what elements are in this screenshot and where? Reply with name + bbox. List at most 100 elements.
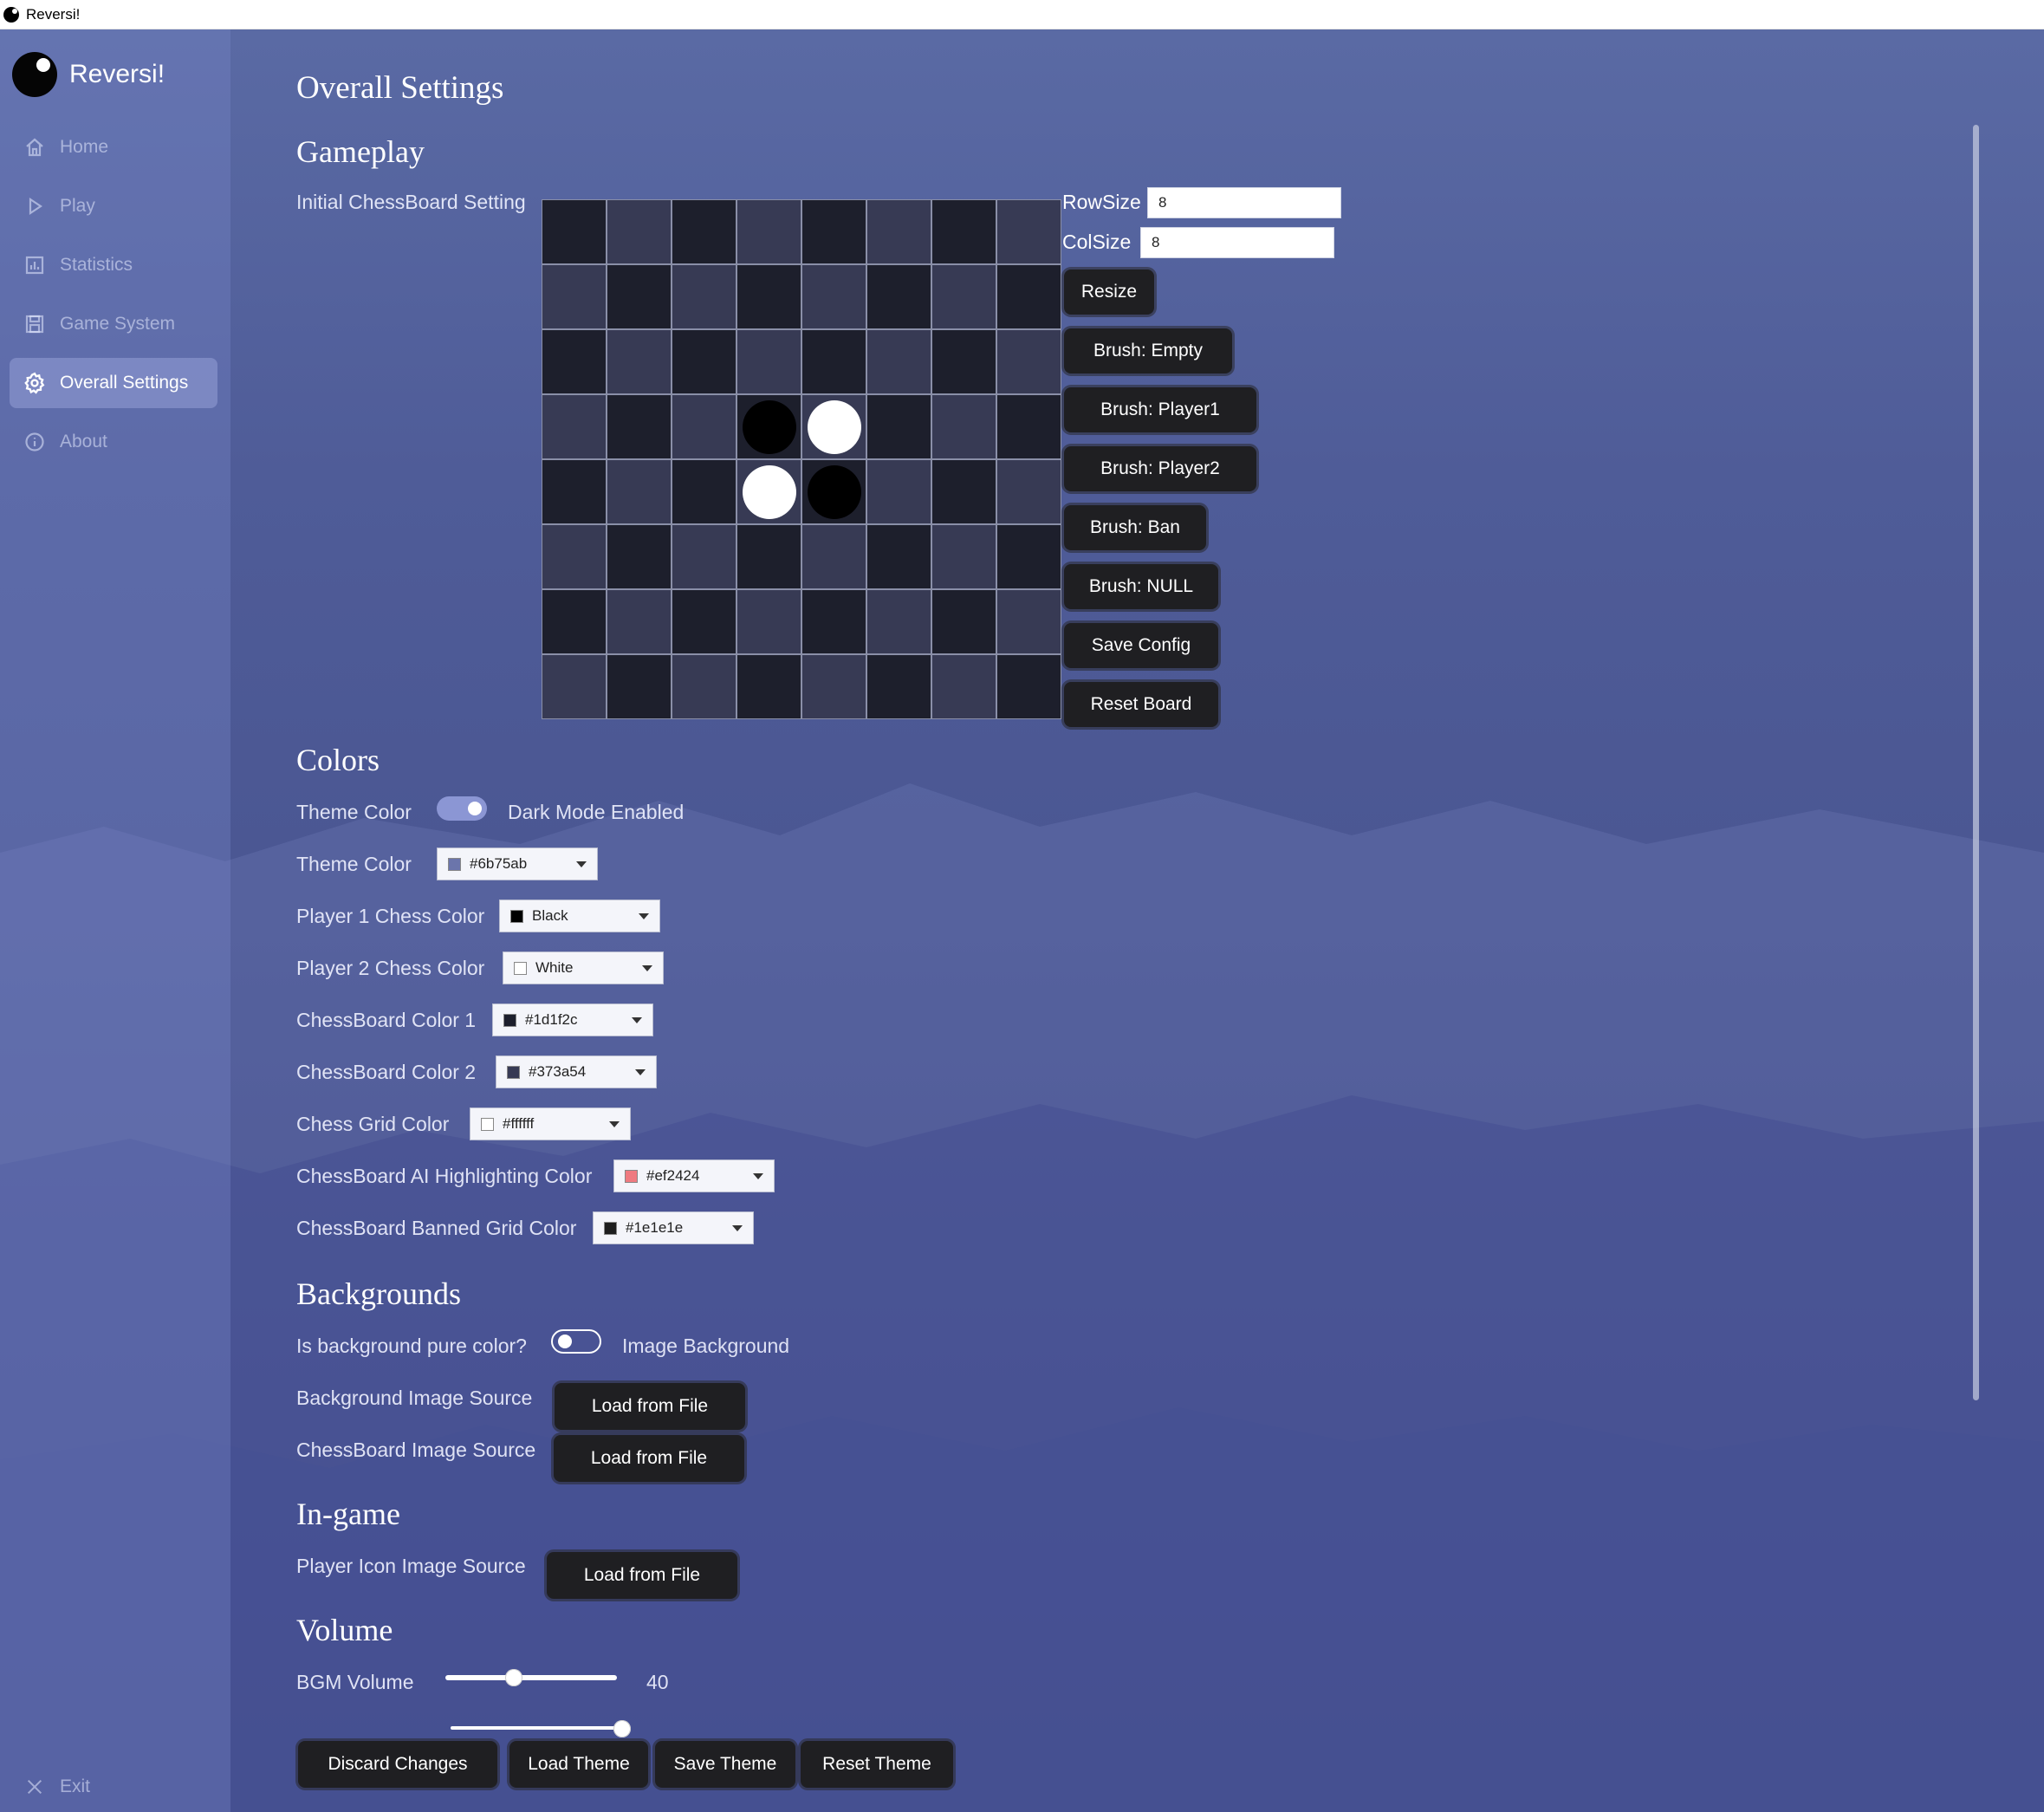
board-cell[interactable] — [997, 460, 1061, 523]
board-cell[interactable] — [672, 200, 736, 263]
board-cell[interactable] — [867, 525, 931, 588]
board-cell[interactable] — [607, 590, 671, 653]
discard-changes-button[interactable]: Discard Changes — [298, 1741, 497, 1788]
sidebar-item-overall-settings[interactable]: Overall Settings — [10, 358, 217, 408]
board-cell[interactable] — [542, 525, 606, 588]
board-cell[interactable] — [672, 590, 736, 653]
board-cell[interactable] — [802, 590, 866, 653]
board-cell[interactable] — [802, 655, 866, 718]
reset-theme-button[interactable]: Reset Theme — [801, 1741, 953, 1788]
board-cell[interactable] — [672, 525, 736, 588]
board-cell[interactable] — [607, 395, 671, 458]
board-cell[interactable] — [932, 655, 996, 718]
board-cell[interactable] — [737, 330, 801, 393]
board-cell[interactable] — [802, 265, 866, 328]
board-cell[interactable] — [997, 655, 1061, 718]
board-cell[interactable] — [867, 200, 931, 263]
board-cell[interactable] — [867, 395, 931, 458]
board-cell[interactable] — [607, 655, 671, 718]
board-cell[interactable] — [932, 525, 996, 588]
load-theme-button[interactable]: Load Theme — [509, 1741, 648, 1788]
board-cell[interactable] — [867, 330, 931, 393]
grid-color-picker[interactable]: #ffffff — [470, 1107, 631, 1140]
board-cell[interactable] — [542, 330, 606, 393]
effect-volume-slider[interactable] — [451, 1720, 631, 1737]
brush-player1-button[interactable]: Brush: Player1 — [1064, 387, 1256, 432]
board-cell[interactable] — [997, 330, 1061, 393]
dark-mode-toggle[interactable] — [437, 796, 487, 821]
board-cell[interactable] — [672, 265, 736, 328]
player2-color-picker[interactable]: White — [503, 951, 664, 984]
board-cell[interactable] — [997, 395, 1061, 458]
board-cell[interactable] — [932, 265, 996, 328]
board-cell[interactable] — [672, 655, 736, 718]
bgm-volume-slider[interactable] — [445, 1669, 617, 1686]
board-cell[interactable] — [672, 460, 736, 523]
board-cell[interactable] — [932, 590, 996, 653]
sidebar-item-play[interactable]: Play — [10, 181, 217, 231]
sidebar-item-home[interactable]: Home — [10, 122, 217, 172]
board-cell[interactable] — [867, 590, 931, 653]
board-cell[interactable] — [932, 460, 996, 523]
board-cell[interactable] — [672, 395, 736, 458]
board-cell[interactable] — [802, 460, 866, 523]
board-cell[interactable] — [607, 265, 671, 328]
board-cell[interactable] — [802, 525, 866, 588]
chessboard-editor[interactable] — [542, 199, 1061, 719]
brush-ban-button[interactable]: Brush: Ban — [1064, 505, 1206, 550]
vertical-scrollbar[interactable] — [1973, 125, 1979, 1400]
board-cell[interactable] — [997, 525, 1061, 588]
brush-null-button[interactable]: Brush: NULL — [1064, 564, 1218, 609]
sidebar-item-statistics[interactable]: Statistics — [10, 240, 217, 290]
board-cell[interactable] — [932, 200, 996, 263]
board-cell[interactable] — [867, 460, 931, 523]
save-theme-button[interactable]: Save Theme — [655, 1741, 795, 1788]
board-cell[interactable] — [737, 525, 801, 588]
board-cell[interactable] — [802, 395, 866, 458]
board-cell[interactable] — [932, 330, 996, 393]
sidebar-item-game-system[interactable]: Game System — [10, 299, 217, 349]
board-cell[interactable] — [867, 265, 931, 328]
board-cell[interactable] — [542, 655, 606, 718]
resize-button[interactable]: Resize — [1064, 270, 1154, 315]
board-cell[interactable] — [997, 590, 1061, 653]
board-color2-picker[interactable]: #373a54 — [496, 1055, 657, 1088]
slider-thumb[interactable] — [505, 1669, 523, 1686]
board-cell[interactable] — [737, 655, 801, 718]
board-cell[interactable] — [542, 200, 606, 263]
board-cell[interactable] — [737, 460, 801, 523]
board-cell[interactable] — [737, 200, 801, 263]
board-cell[interactable] — [542, 590, 606, 653]
col-size-input[interactable]: 8 — [1140, 227, 1334, 258]
brush-player2-button[interactable]: Brush: Player2 — [1064, 446, 1256, 491]
theme-color-picker[interactable]: #6b75ab — [437, 848, 598, 880]
player1-color-picker[interactable]: Black — [499, 900, 660, 932]
board-cell[interactable] — [542, 395, 606, 458]
banned-grid-color-picker[interactable]: #1e1e1e — [593, 1211, 754, 1244]
sidebar-item-about[interactable]: About — [10, 417, 217, 467]
board-cell[interactable] — [607, 200, 671, 263]
board-cell[interactable] — [932, 395, 996, 458]
board-cell[interactable] — [672, 330, 736, 393]
board-cell[interactable] — [737, 265, 801, 328]
board-color1-picker[interactable]: #1d1f2c — [492, 1003, 653, 1036]
brush-empty-button[interactable]: Brush: Empty — [1064, 328, 1232, 373]
save-config-button[interactable]: Save Config — [1064, 623, 1218, 668]
board-cell[interactable] — [737, 590, 801, 653]
board-cell[interactable] — [607, 460, 671, 523]
player-icon-load-button[interactable]: Load from File — [547, 1552, 737, 1599]
pure-color-toggle[interactable] — [551, 1329, 601, 1354]
row-size-input[interactable]: 8 — [1147, 187, 1341, 218]
board-cell[interactable] — [607, 330, 671, 393]
sidebar-item-exit[interactable]: Exit — [10, 1762, 217, 1812]
reset-board-button[interactable]: Reset Board — [1064, 682, 1218, 727]
board-cell[interactable] — [802, 200, 866, 263]
board-cell[interactable] — [997, 265, 1061, 328]
bg-image-load-button[interactable]: Load from File — [555, 1383, 745, 1430]
board-cell[interactable] — [802, 330, 866, 393]
board-cell[interactable] — [997, 200, 1061, 263]
ai-highlight-color-picker[interactable]: #ef2424 — [613, 1159, 775, 1192]
board-cell[interactable] — [867, 655, 931, 718]
board-cell[interactable] — [542, 460, 606, 523]
board-cell[interactable] — [542, 265, 606, 328]
